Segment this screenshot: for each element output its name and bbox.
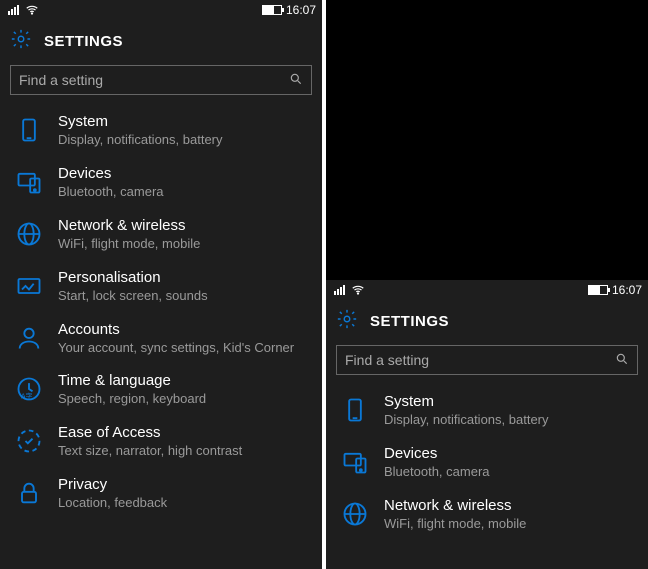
settings-item-network[interactable]: Network & wireless WiFi, flight mode, mo… [0, 209, 322, 261]
signal-icon [8, 5, 19, 15]
item-title: Accounts [58, 321, 294, 339]
time-icon: A字 [14, 374, 44, 404]
personal-icon [14, 271, 44, 301]
item-subtitle: Start, lock screen, sounds [58, 288, 208, 305]
settings-item-time[interactable]: A字 Time & language Speech, region, keybo… [0, 364, 322, 416]
settings-item-accounts[interactable]: Accounts Your account, sync settings, Ki… [0, 313, 322, 365]
search-icon [615, 352, 629, 369]
settings-header: SETTINGS [326, 300, 648, 341]
item-subtitle: Text size, narrator, high contrast [58, 443, 242, 460]
devices-icon [14, 167, 44, 197]
settings-item-privacy[interactable]: Privacy Location, feedback [0, 468, 322, 520]
privacy-icon [14, 478, 44, 508]
ease-icon [14, 426, 44, 456]
item-title: System [384, 393, 549, 411]
status-bar: 16:07 [0, 0, 322, 20]
gear-icon [10, 28, 32, 55]
settings-item-devices[interactable]: Devices Bluetooth, camera [0, 157, 322, 209]
signal-icon [334, 285, 345, 295]
settings-item-ease[interactable]: Ease of Access Text size, narrator, high… [0, 416, 322, 468]
item-title: Time & language [58, 372, 206, 390]
phone-left: 16:07 SETTINGS Find a setting System Dis… [0, 0, 322, 569]
item-subtitle: Your account, sync settings, Kid's Corne… [58, 340, 294, 357]
item-title: System [58, 113, 223, 131]
item-title: Devices [58, 165, 164, 183]
settings-item-personal[interactable]: Personalisation Start, lock screen, soun… [0, 261, 322, 313]
search-input[interactable]: Find a setting [336, 345, 638, 375]
status-bar: 16:07 [326, 280, 648, 300]
item-subtitle: Location, feedback [58, 495, 167, 512]
devices-icon [340, 447, 370, 477]
clock: 16:07 [286, 3, 316, 17]
wifi-icon [351, 283, 365, 297]
item-title: Network & wireless [384, 497, 526, 515]
svg-text:A字: A字 [21, 392, 33, 401]
network-icon [14, 219, 44, 249]
settings-header: SETTINGS [0, 20, 322, 61]
item-title: Ease of Access [58, 424, 242, 442]
page-title: SETTINGS [44, 33, 123, 50]
item-subtitle: Display, notifications, battery [58, 132, 223, 149]
search-icon [289, 72, 303, 89]
settings-list: System Display, notifications, battery D… [0, 105, 322, 569]
settings-item-system[interactable]: System Display, notifications, battery [0, 105, 322, 157]
item-subtitle: WiFi, flight mode, mobile [384, 516, 526, 533]
item-title: Privacy [58, 476, 167, 494]
letterbox [326, 0, 648, 280]
page-title: SETTINGS [370, 313, 449, 330]
item-subtitle: WiFi, flight mode, mobile [58, 236, 200, 253]
item-subtitle: Bluetooth, camera [58, 184, 164, 201]
item-subtitle: Speech, region, keyboard [58, 391, 206, 408]
accounts-icon [14, 323, 44, 353]
clock: 16:07 [612, 283, 642, 297]
settings-list: System Display, notifications, battery D… [326, 385, 648, 569]
battery-icon [588, 285, 608, 295]
item-subtitle: Bluetooth, camera [384, 464, 490, 481]
item-title: Devices [384, 445, 490, 463]
settings-item-system[interactable]: System Display, notifications, battery [326, 385, 648, 437]
battery-icon [262, 5, 282, 15]
system-icon [14, 115, 44, 145]
phone-right: 16:07 SETTINGS Find a setting System Dis… [326, 0, 648, 569]
settings-item-network[interactable]: Network & wireless WiFi, flight mode, mo… [326, 489, 648, 541]
search-placeholder: Find a setting [19, 72, 289, 88]
item-title: Network & wireless [58, 217, 200, 235]
search-input[interactable]: Find a setting [10, 65, 312, 95]
network-icon [340, 499, 370, 529]
item-title: Personalisation [58, 269, 208, 287]
system-icon [340, 395, 370, 425]
gear-icon [336, 308, 358, 335]
item-subtitle: Display, notifications, battery [384, 412, 549, 429]
settings-item-devices[interactable]: Devices Bluetooth, camera [326, 437, 648, 489]
search-placeholder: Find a setting [345, 352, 615, 368]
wifi-icon [25, 3, 39, 17]
